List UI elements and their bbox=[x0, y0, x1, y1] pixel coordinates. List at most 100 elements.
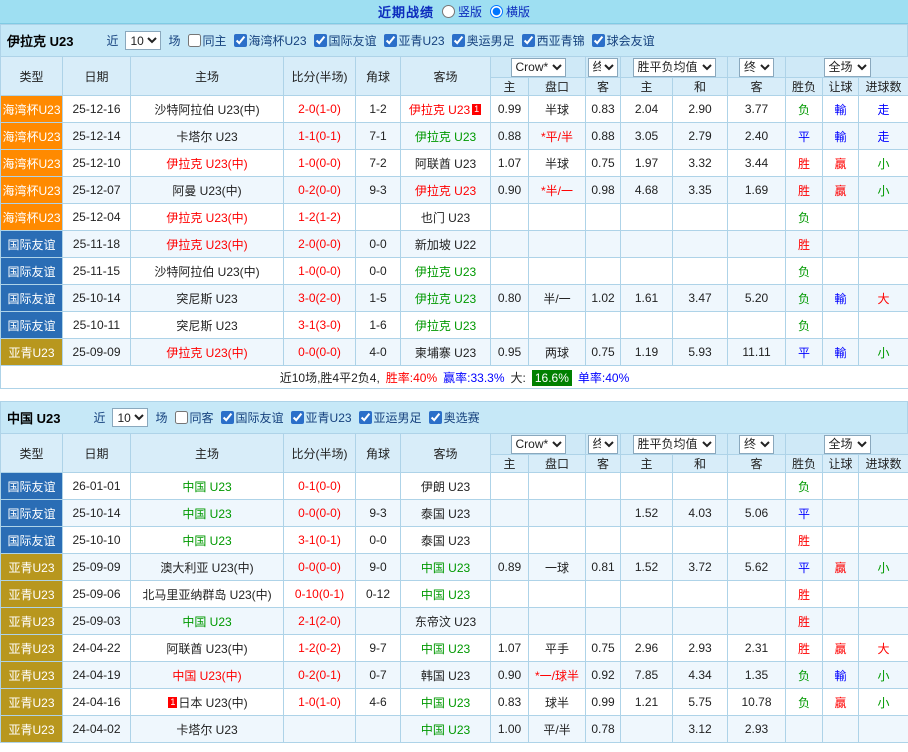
euro-away-odds bbox=[728, 204, 786, 231]
wdl-average-select[interactable]: 胜平负均值 bbox=[633, 58, 716, 77]
recent-count-select[interactable]: 10 bbox=[125, 31, 161, 50]
asia-home-odds: 0.89 bbox=[491, 554, 529, 581]
goals-result bbox=[859, 473, 908, 500]
league-type: 亚青U23 bbox=[1, 608, 63, 635]
filter-option[interactable]: 亚青U23 bbox=[291, 409, 352, 426]
filter-option[interactable]: 亚青U23 bbox=[384, 32, 445, 49]
euro-home-odds: 1.61 bbox=[621, 285, 673, 312]
away-team-name: 东帝汶 U23 bbox=[415, 615, 476, 629]
euro-odds-time-select[interactable]: 终 bbox=[739, 58, 774, 77]
filter-checkbox[interactable] bbox=[291, 411, 304, 424]
league-type: 海湾杯U23 bbox=[1, 204, 63, 231]
wdl-average-select[interactable]: 胜平负均值 bbox=[633, 435, 716, 454]
match-result: 胜 bbox=[786, 635, 823, 662]
home-team-name: 沙特阿拉伯 U23(中) bbox=[154, 103, 259, 117]
asia-away-odds: 0.98 bbox=[586, 177, 621, 204]
away-team: 柬埔寨 U23 bbox=[401, 339, 491, 366]
asia-home-odds: 1.00 bbox=[491, 716, 529, 743]
goals-result: 小 bbox=[859, 689, 908, 716]
away-team-name: 也门 U23 bbox=[421, 211, 470, 225]
score-cell: 0-10(0-1) bbox=[284, 581, 356, 608]
asia-home-odds: 0.95 bbox=[491, 339, 529, 366]
filter-option[interactable]: 海湾杯U23 bbox=[234, 32, 307, 49]
filter-option[interactable]: 同主 bbox=[188, 32, 227, 49]
score-cell: 1-0(1-0) bbox=[284, 689, 356, 716]
filter-option[interactable]: 奥选赛 bbox=[429, 409, 480, 426]
bookmaker-select[interactable]: Crow* bbox=[511, 435, 566, 454]
match-date: 25-09-09 bbox=[63, 554, 131, 581]
match-result: 负 bbox=[786, 96, 823, 123]
filter-checkbox[interactable] bbox=[452, 34, 465, 47]
score-cell: 0-0(0-0) bbox=[284, 500, 356, 527]
filter-option[interactable]: 奥运男足 bbox=[452, 32, 515, 49]
goals-result bbox=[859, 500, 908, 527]
filter-checkbox[interactable] bbox=[234, 34, 247, 47]
home-team: 阿联酋 U23(中) bbox=[131, 635, 284, 662]
rank-badge: 1 bbox=[168, 697, 177, 708]
match-result: 负 bbox=[786, 689, 823, 716]
away-team: 泰国 U23 bbox=[401, 500, 491, 527]
asia-handicap: *平/半 bbox=[529, 123, 586, 150]
filter-checkbox[interactable] bbox=[429, 411, 442, 424]
filter-option[interactable]: 国际友谊 bbox=[221, 409, 284, 426]
column-header: 主 bbox=[491, 78, 529, 96]
page-title: 近期战绩 bbox=[378, 2, 434, 21]
euro-away-odds: 2.40 bbox=[728, 123, 786, 150]
asia-handicap bbox=[529, 231, 586, 258]
corners-cell: 7-2 bbox=[356, 150, 401, 177]
league-type: 亚青U23 bbox=[1, 339, 63, 366]
match-scope-select[interactable]: 全场 bbox=[824, 58, 871, 77]
handicap-result: 贏 bbox=[823, 150, 859, 177]
horizontal-layout-radio[interactable] bbox=[490, 5, 503, 18]
euro-draw-odds: 3.47 bbox=[673, 285, 728, 312]
column-header: 日期 bbox=[63, 57, 131, 96]
filter-checkbox[interactable] bbox=[314, 34, 327, 47]
asia-handicap bbox=[529, 473, 586, 500]
home-team-name: 伊拉克 U23(中) bbox=[166, 238, 247, 252]
home-team-name: 卡塔尔 U23 bbox=[176, 130, 237, 144]
layout-option-vertical[interactable]: 竖版 bbox=[442, 3, 482, 20]
match-date: 25-09-09 bbox=[63, 339, 131, 366]
asia-odds-time-select[interactable]: 终 bbox=[588, 58, 619, 77]
asia-handicap bbox=[529, 204, 586, 231]
match-row: 国际友谊25-10-14中国 U230-0(0-0)9-3泰国 U231.524… bbox=[1, 500, 908, 527]
euro-draw-odds: 2.79 bbox=[673, 123, 728, 150]
filter-checkbox[interactable] bbox=[188, 34, 201, 47]
summary-part: 胜率:40% bbox=[386, 371, 437, 385]
column-header: 客 bbox=[586, 78, 621, 96]
asia-handicap: *半/一 bbox=[529, 177, 586, 204]
bookmaker-select[interactable]: Crow* bbox=[511, 58, 566, 77]
filter-checkbox[interactable] bbox=[384, 34, 397, 47]
filter-checkbox[interactable] bbox=[522, 34, 535, 47]
filter-checkbox[interactable] bbox=[175, 411, 188, 424]
filter-option[interactable]: 同客 bbox=[175, 409, 214, 426]
handicap-result bbox=[823, 581, 859, 608]
asia-home-odds bbox=[491, 473, 529, 500]
euro-odds-time-select[interactable]: 终 bbox=[739, 435, 774, 454]
asia-home-odds: 0.88 bbox=[491, 123, 529, 150]
summary-part: 大: bbox=[511, 371, 526, 385]
asia-handicap bbox=[529, 608, 586, 635]
filter-checkbox[interactable] bbox=[359, 411, 372, 424]
column-header: 角球 bbox=[356, 57, 401, 96]
filter-option[interactable]: 球会友谊 bbox=[592, 32, 655, 49]
asia-odds-time-select[interactable]: 终 bbox=[588, 435, 619, 454]
column-header: 类型 bbox=[1, 434, 63, 473]
vertical-layout-radio[interactable] bbox=[442, 5, 455, 18]
away-team: 伊拉克 U231 bbox=[401, 96, 491, 123]
euro-away-odds bbox=[728, 581, 786, 608]
score-cell: 3-1(0-1) bbox=[284, 527, 356, 554]
corners-cell: 0-0 bbox=[356, 527, 401, 554]
filter-option[interactable]: 西亚青锦 bbox=[522, 32, 585, 49]
layout-option-horizontal[interactable]: 横版 bbox=[490, 3, 530, 20]
recent-count-select[interactable]: 10 bbox=[112, 408, 148, 427]
filter-option[interactable]: 亚运男足 bbox=[359, 409, 422, 426]
filter-checkbox[interactable] bbox=[221, 411, 234, 424]
asia-home-odds bbox=[491, 500, 529, 527]
score-cell bbox=[284, 716, 356, 743]
filter-checkbox[interactable] bbox=[592, 34, 605, 47]
corners-cell: 0-0 bbox=[356, 231, 401, 258]
filter-option[interactable]: 国际友谊 bbox=[314, 32, 377, 49]
euro-draw-odds bbox=[673, 473, 728, 500]
match-scope-select[interactable]: 全场 bbox=[824, 435, 871, 454]
